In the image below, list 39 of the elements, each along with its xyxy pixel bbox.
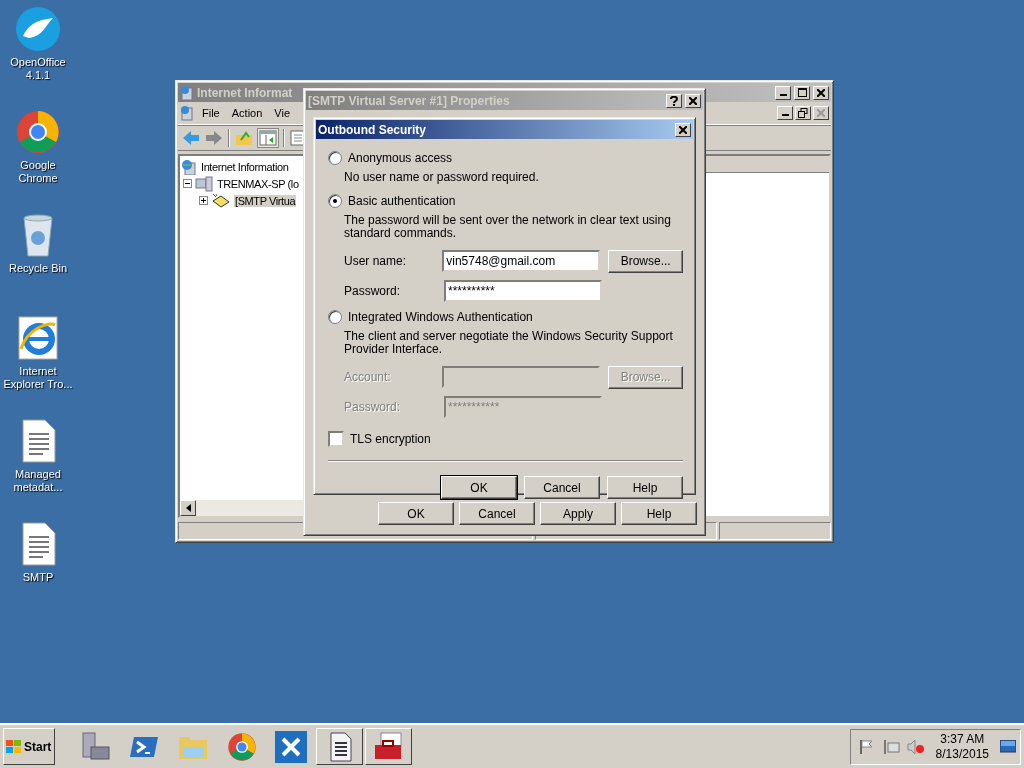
desktop-icon-label[interactable]: SMTP	[0, 571, 76, 584]
radio-label[interactable]: Integrated Windows Authentication	[348, 310, 533, 324]
desktop-icon-label[interactable]: Internet Explorer Tro...	[0, 365, 76, 391]
clock-time[interactable]: 3:37 AM	[940, 731, 985, 747]
field-label: Account:	[344, 370, 392, 384]
tree-item[interactable]: Internet Information	[200, 160, 290, 173]
radio-label[interactable]: Basic authentication	[348, 194, 456, 208]
radio-label[interactable]: Anonymous access	[348, 151, 453, 165]
dialog-button[interactable]: OK	[441, 476, 517, 499]
dialog-button[interactable]: OK	[378, 502, 454, 525]
dialog-button[interactable]: Help	[621, 502, 697, 525]
dialog-title: Outbound Security	[318, 122, 426, 137]
menu-item[interactable]: Action	[227, 107, 267, 119]
input-field[interactable]: **********	[444, 280, 602, 302]
input-field[interactable]: vin5748@gmail.com	[442, 250, 601, 272]
field-label: Password:	[344, 284, 402, 298]
window-title: Internet Informat	[197, 85, 293, 100]
clock-date[interactable]: 8/13/2015	[935, 746, 989, 762]
browse-button[interactable]: Browse...	[608, 249, 683, 273]
dialog-title: [SMTP Virtual Server #1] Properties	[308, 93, 510, 108]
dialog-button[interactable]: Cancel	[459, 502, 535, 525]
dialog-button[interactable]: Apply	[540, 502, 616, 525]
tree-item[interactable]: [SMTP Virtua	[234, 194, 297, 207]
dialog-button[interactable]: Help	[607, 476, 683, 499]
start-button[interactable]: Start	[3, 728, 55, 765]
field-label: User name:	[344, 254, 408, 268]
tree-item[interactable]: TRENMAX-SP (lo	[216, 177, 300, 190]
option-description: The client and server negotiate the Windows Security Support Provider Interface.	[343, 330, 674, 356]
option-description: No user name or password required.	[343, 171, 540, 184]
desktop-icon-label[interactable]: OpenOffice 4.1.1	[0, 56, 76, 82]
desktop-icon-label[interactable]: Recycle Bin	[0, 262, 76, 275]
desktop-icon-label[interactable]: Managed metadat...	[0, 468, 76, 494]
menu-item[interactable]: File	[198, 107, 224, 119]
desktop-icon-label[interactable]: Google Chrome	[0, 159, 76, 185]
menu-item[interactable]: Vie	[270, 107, 294, 119]
option-description: The password will be sent over the network in clear text using standard commands.	[343, 214, 672, 240]
field-label: Password:	[344, 400, 402, 414]
dialog-button[interactable]: Cancel	[524, 476, 600, 499]
checkbox-label[interactable]: TLS encryption	[350, 432, 431, 446]
